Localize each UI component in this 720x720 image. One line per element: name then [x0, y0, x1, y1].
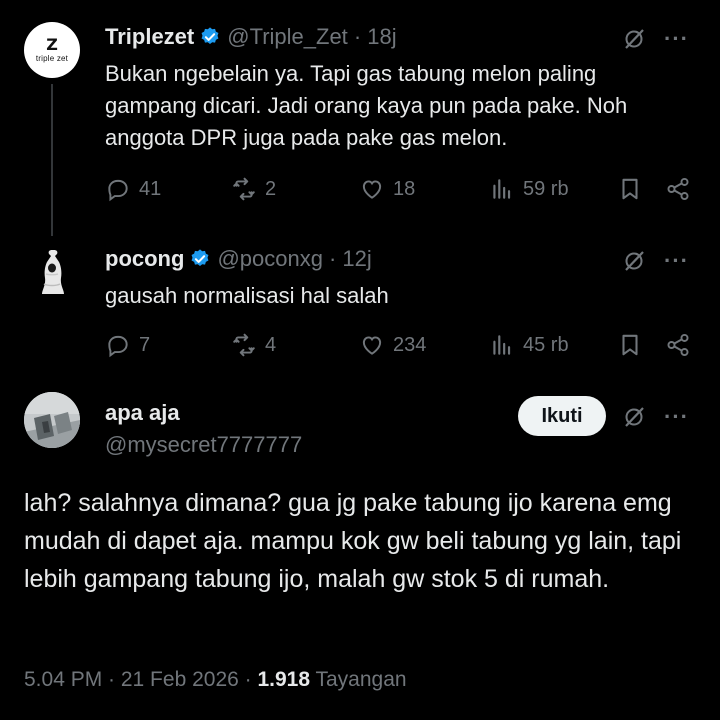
- tweet-actions: 41 2 18 59 rb: [105, 174, 690, 204]
- tweet-header: pocong @poconxg · 12j: [105, 246, 372, 272]
- views-number: 1.918: [257, 668, 311, 691]
- verified-badge-icon: [189, 248, 211, 270]
- author-handle[interactable]: @Triple_Zet: [227, 24, 348, 50]
- more-icon[interactable]: ···: [664, 248, 689, 274]
- tweet-top-icons: ···: [622, 404, 689, 430]
- reply-button[interactable]: 41: [105, 174, 161, 204]
- avatar-apa-aja[interactable]: [24, 392, 80, 448]
- follow-button[interactable]: Ikuti: [518, 396, 606, 436]
- share-icon: [667, 333, 689, 357]
- tweet-timestamp[interactable]: 5.04 PM · 21 Feb 2026 ·: [24, 668, 257, 691]
- like-button[interactable]: 234: [359, 330, 426, 360]
- tweet-top-icons: ···: [622, 26, 689, 52]
- views-count: 59 rb: [523, 177, 569, 200]
- grok-icon[interactable]: [622, 249, 646, 273]
- bookmark-icon: [622, 334, 638, 356]
- views-button[interactable]: 59 rb: [489, 174, 569, 204]
- like-icon: [362, 336, 382, 355]
- like-icon: [362, 180, 382, 199]
- avatar-triplezet[interactable]: Z triple zet: [24, 22, 80, 78]
- tweet-text: Bukan ngebelain ya. Tapi gas tabung melo…: [105, 61, 628, 150]
- views-button[interactable]: 45 rb: [489, 330, 569, 360]
- tweet-text: gausah normalisasi hal salah: [105, 283, 389, 308]
- tweet-header: Triplezet @Triple_Zet · 18j: [105, 24, 397, 50]
- like-count: 18: [393, 177, 416, 200]
- reply-icon: [108, 335, 128, 358]
- repost-icon: [233, 177, 255, 201]
- like-count: 234: [393, 333, 427, 356]
- bookmark-button[interactable]: [617, 330, 643, 360]
- avatar-pocong[interactable]: [24, 244, 80, 300]
- reply-button[interactable]: 7: [105, 330, 150, 360]
- bookmark-button[interactable]: [617, 174, 643, 204]
- tweet-actions: 7 4 234 45 rb: [105, 330, 690, 360]
- author-name[interactable]: apa aja: [105, 400, 180, 426]
- repost-button[interactable]: 4: [231, 330, 276, 360]
- more-icon[interactable]: ···: [664, 26, 689, 52]
- repost-button[interactable]: 2: [231, 174, 276, 204]
- author-name[interactable]: pocong: [105, 246, 184, 272]
- repost-count: 2: [265, 177, 277, 200]
- more-icon[interactable]: ···: [664, 404, 689, 430]
- apa-aja-avatar-image: [24, 392, 80, 448]
- share-button[interactable]: [665, 330, 691, 360]
- views-icon: [493, 179, 511, 199]
- share-icon: [667, 177, 689, 201]
- bookmark-icon: [622, 178, 638, 200]
- reply-count: 41: [139, 177, 162, 200]
- reply-icon: [108, 179, 128, 202]
- main-tweet-text: lah? salahnya dimana? gua jg pake tabung…: [24, 489, 682, 593]
- avatar-logo-text: triple zet: [35, 53, 69, 63]
- repost-icon: [233, 333, 255, 357]
- tweet-time[interactable]: · 18j: [354, 24, 397, 50]
- tweet-time[interactable]: · 12j: [329, 246, 372, 272]
- verified-badge-icon: [199, 26, 221, 48]
- tweet-meta: 5.04 PM · 21 Feb 2026 · 1.918 Tayangan: [24, 668, 407, 692]
- views-count: 45 rb: [523, 333, 569, 356]
- author-name[interactable]: Triplezet: [105, 24, 194, 50]
- grok-icon[interactable]: [622, 27, 646, 51]
- author-handle[interactable]: @poconxg: [217, 246, 323, 272]
- like-button[interactable]: 18: [359, 174, 415, 204]
- views-label: Tayangan: [315, 668, 407, 691]
- reply-count: 7: [139, 333, 151, 356]
- share-button[interactable]: [665, 174, 691, 204]
- repost-count: 4: [265, 333, 277, 356]
- triplezet-logo-icon: Z: [46, 34, 58, 54]
- thread-line: [51, 84, 53, 236]
- tweet-top-icons: ···: [622, 248, 689, 274]
- pocong-avatar-image: [24, 244, 80, 300]
- views-icon: [493, 335, 511, 355]
- grok-icon[interactable]: [622, 405, 646, 429]
- author-handle[interactable]: @mysecret7777777: [105, 432, 302, 458]
